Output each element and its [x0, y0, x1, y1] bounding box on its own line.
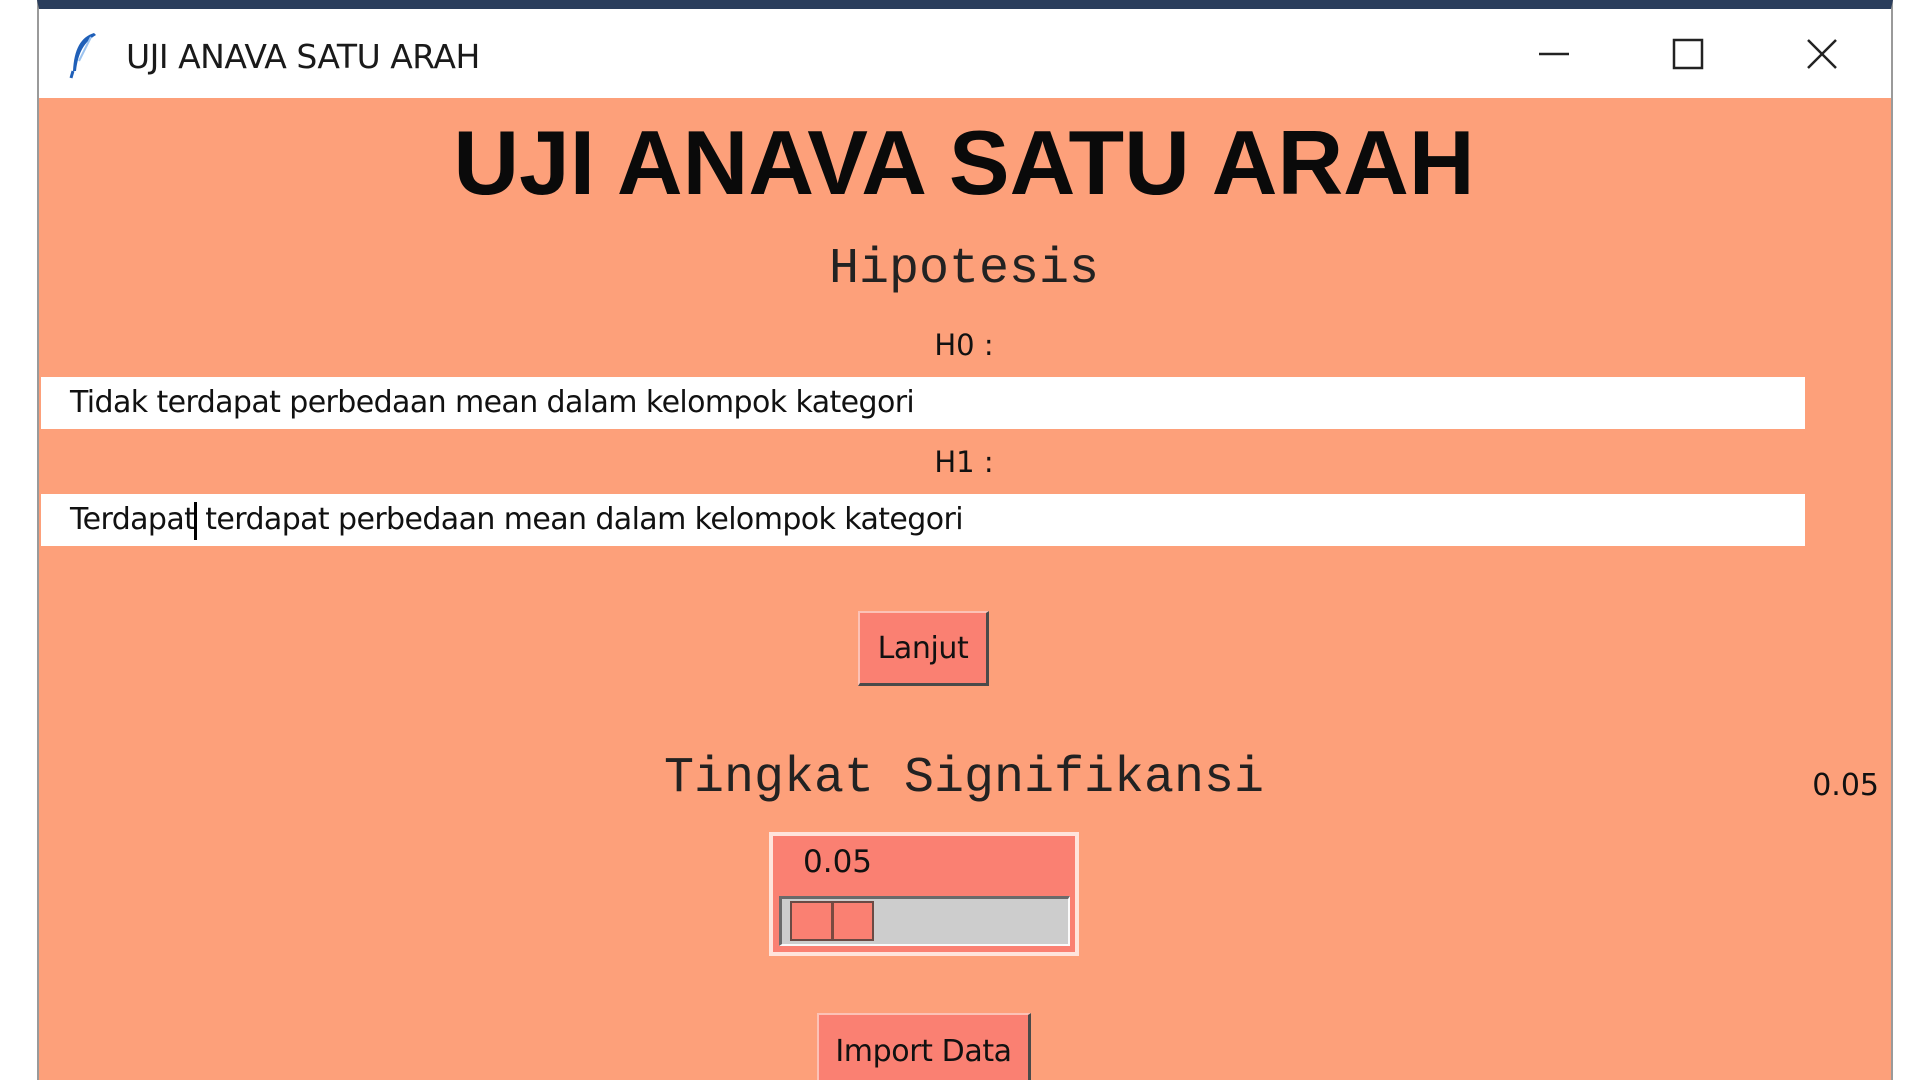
h1-input-text-start: Terdapat	[70, 502, 196, 537]
close-button[interactable]	[1755, 9, 1889, 98]
scale-value-label: 0.05	[803, 844, 873, 880]
import-data-button[interactable]: Import Data	[817, 1013, 1031, 1080]
app-window: UJI ANAVA SATU ARAH UJI ANAVA SATU ARAH …	[37, 0, 1893, 1080]
main-panel: UJI ANAVA SATU ARAH Hipotesis H0 : Tidak…	[39, 98, 1891, 1080]
slider-grip	[831, 903, 834, 939]
scale-slider-handle[interactable]	[790, 901, 874, 941]
significance-scale[interactable]: 0.05	[769, 832, 1079, 956]
h1-input-text-end: terdapat perbedaan mean dalam kelompok k…	[196, 502, 963, 537]
page-title: UJI ANAVA SATU ARAH	[453, 113, 1475, 214]
close-icon	[1807, 38, 1837, 69]
minimize-icon	[1539, 52, 1569, 55]
significance-heading: Tingkat Signifikansi	[663, 750, 1265, 807]
title-bar[interactable]: UJI ANAVA SATU ARAH	[39, 9, 1891, 98]
h0-label: H0 :	[934, 328, 994, 362]
h1-label: H1 :	[934, 445, 994, 479]
maximize-icon	[1672, 38, 1704, 69]
h1-input[interactable]: Terdapat terdapat perbedaan mean dalam k…	[41, 494, 1805, 546]
maximize-button[interactable]	[1621, 9, 1755, 98]
h0-input-text: Tidak terdapat perbedaan mean dalam kelo…	[70, 385, 915, 420]
hypothesis-heading: Hipotesis	[828, 241, 1100, 298]
feather-icon	[69, 33, 96, 79]
window-title: UJI ANAVA SATU ARAH	[126, 37, 480, 76]
h0-input[interactable]: Tidak terdapat perbedaan mean dalam kelo…	[41, 377, 1805, 429]
scale-trough[interactable]	[779, 896, 1070, 946]
significance-readout: 0.05	[1812, 768, 1879, 803]
minimize-button[interactable]	[1487, 9, 1621, 98]
lanjut-button[interactable]: Lanjut	[858, 611, 989, 686]
